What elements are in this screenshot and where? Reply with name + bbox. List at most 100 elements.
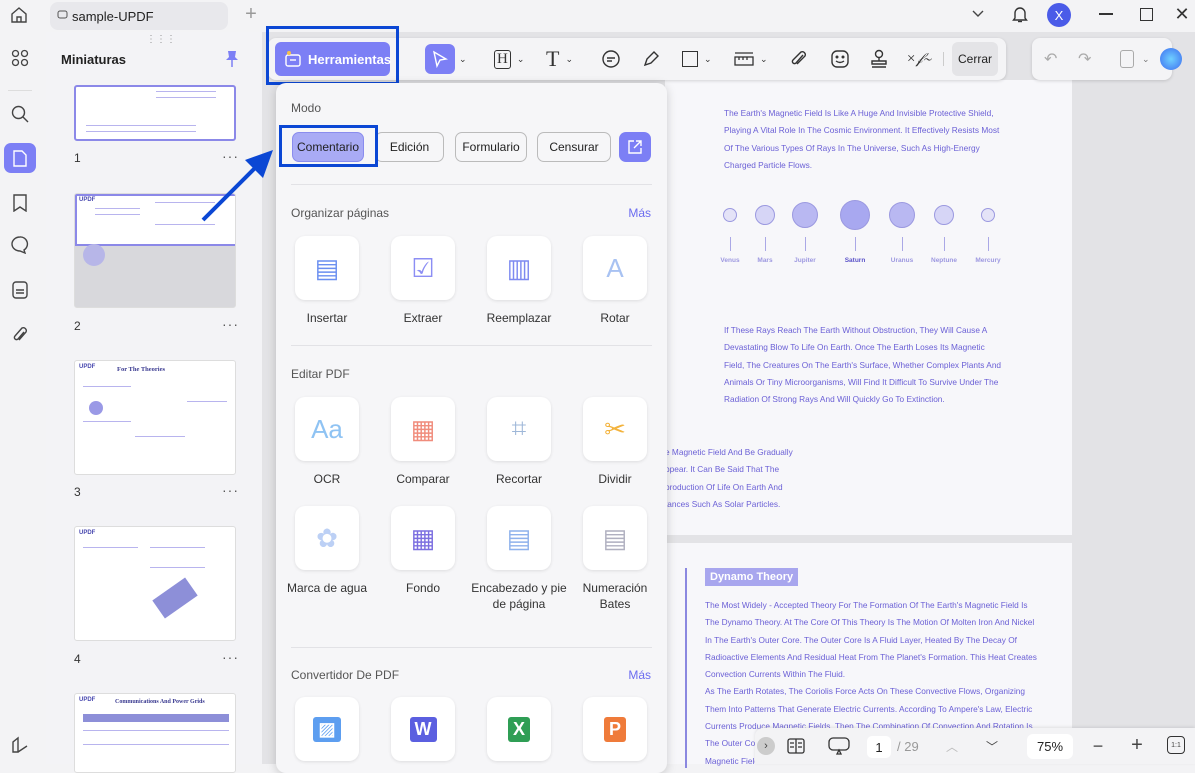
tool-rotar[interactable]: A Rotar — [567, 236, 663, 326]
section-title: Organizar páginas — [291, 206, 390, 220]
tool-dividir[interactable]: ✂ Dividir — [567, 397, 663, 487]
comments-icon[interactable] — [8, 233, 32, 257]
page-number: 1 — [74, 151, 81, 165]
chevron-down-icon[interactable] — [970, 6, 986, 22]
word-icon: W — [391, 697, 455, 761]
maximize-icon[interactable] — [1138, 6, 1154, 22]
avatar[interactable]: X — [1047, 3, 1071, 27]
actual-size-icon[interactable]: 1:1 — [1167, 736, 1185, 754]
planet-saturn — [840, 200, 870, 230]
recortar-icon: ⌗ — [487, 397, 551, 461]
tool-comparar[interactable]: ▦ Comparar — [375, 397, 471, 487]
convert-to-powerpoint-button[interactable]: P — [567, 697, 663, 761]
tool-reemplazar[interactable]: ▥ Reemplazar — [471, 236, 567, 326]
signature-icon[interactable]: ×𝒻∼ — [906, 38, 931, 80]
page-more-button[interactable]: ··· — [222, 482, 239, 498]
tools-button[interactable]: Herramientas — [275, 42, 391, 76]
mode-redact-button[interactable]: Censurar — [537, 132, 611, 162]
save-icon[interactable]: ⌄ — [1120, 38, 1150, 80]
rectangle-icon[interactable]: ⌄ — [682, 38, 712, 80]
thumbnail-page-3[interactable]: UPDF For The Theories — [74, 360, 236, 475]
open-external-icon[interactable] — [619, 132, 651, 162]
thumbnail-page-4[interactable]: UPDF — [74, 526, 236, 641]
minimize-icon[interactable] — [1098, 6, 1114, 22]
next-page-icon[interactable]: ﹀ — [983, 737, 1001, 755]
tool-numeración-bates[interactable]: ▤ Numeración Bates — [567, 506, 663, 612]
search-icon[interactable] — [8, 102, 32, 126]
text-comment-icon[interactable] — [601, 38, 621, 80]
layers-icon[interactable] — [8, 733, 32, 757]
select-cursor-icon[interactable] — [425, 44, 455, 74]
tool-ocr[interactable]: Aa OCR — [279, 397, 375, 487]
tool-recortar[interactable]: ⌗ Recortar — [471, 397, 567, 487]
bookmark-icon[interactable] — [8, 191, 32, 215]
thumbnail-page-1[interactable] — [74, 85, 236, 141]
document-text-line: Radiation Of Strong Rays And Will Quickl… — [724, 394, 945, 405]
page-more-button[interactable]: ··· — [222, 649, 239, 665]
zoom-out-icon[interactable]: − — [1089, 736, 1107, 756]
page-layout-icon[interactable] — [785, 736, 807, 756]
tool-marca-de-agua[interactable]: ✿ Marca de agua — [279, 506, 375, 596]
thumbnail-heading: Communications And Power Grids — [115, 699, 205, 705]
mode-label: Modo — [291, 101, 322, 115]
tool-extraer[interactable]: ☑ Extraer — [375, 236, 471, 326]
stamp-icon[interactable] — [870, 38, 888, 80]
tool-label: Marca de agua — [286, 581, 368, 595]
section-title: Editar PDF — [291, 367, 350, 381]
chevron-right-icon[interactable]: › — [757, 737, 775, 755]
document-text-line: As The Earth Rotates, The Coriolis Force… — [705, 686, 1026, 697]
document-text-line: The Dynamo Theory. At The Core Of This T… — [705, 617, 1035, 628]
form-fields-icon[interactable] — [8, 278, 32, 302]
document-tab[interactable]: sample-UPDF — [50, 2, 228, 30]
thumbnails-page-icon[interactable] — [4, 143, 36, 173]
chevron-down-icon[interactable]: ⌄ — [459, 54, 467, 65]
planet-label: Jupiter — [794, 257, 816, 264]
highlight-icon[interactable]: H ⌄ — [494, 38, 524, 80]
zoom-level[interactable]: 75% — [1027, 734, 1073, 759]
previous-page-icon[interactable]: ︿ — [943, 737, 961, 755]
tool-label: Extraer — [403, 311, 443, 325]
measure-icon[interactable]: ⌄ — [734, 38, 768, 80]
apps-grid-icon[interactable] — [8, 46, 32, 70]
pin-icon[interactable] — [224, 49, 240, 69]
convert-to-word-button[interactable]: W — [375, 697, 471, 761]
pencil-icon[interactable] — [642, 38, 660, 80]
mode-form-button[interactable]: Formulario — [455, 132, 527, 162]
more-link[interactable]: Más — [628, 206, 651, 220]
image-icon: ▨ — [295, 697, 359, 761]
planet-venus — [723, 208, 737, 222]
tool-insertar[interactable]: ▤ Insertar — [279, 236, 375, 326]
close-toolbar-button[interactable]: Cerrar — [952, 42, 998, 76]
drag-handle[interactable]: ⋮⋮⋮ — [146, 34, 176, 45]
convert-to-image-button[interactable]: ▨ — [279, 697, 375, 761]
comment-icon — [56, 9, 68, 21]
presentation-icon[interactable] — [827, 736, 851, 756]
close-icon[interactable]: ✕ — [1173, 4, 1191, 24]
tool-label: Dividir — [598, 472, 632, 486]
page-number-input[interactable]: 1 — [867, 736, 891, 758]
thumbnail-page-5[interactable]: UPDF Communications And Power Grids — [74, 693, 236, 773]
ai-assistant-icon[interactable] — [1160, 38, 1182, 80]
tab-title: sample-UPDF — [72, 8, 154, 24]
convert-to-excel-button[interactable]: X — [471, 697, 567, 761]
tool-encabezado-y-pie-de-página[interactable]: ▤ Encabezado y pie de página — [471, 506, 567, 612]
annotation-arrow — [201, 150, 273, 222]
powerpoint-icon: P — [583, 697, 647, 761]
bell-icon[interactable] — [1010, 4, 1030, 24]
sticker-icon[interactable] — [830, 38, 850, 80]
redo-icon[interactable]: ↷ — [1078, 38, 1091, 80]
more-link[interactable]: Más — [628, 668, 651, 682]
home-icon[interactable] — [8, 4, 30, 26]
tool-label: Comparar — [396, 472, 450, 486]
page-more-button[interactable]: ··· — [222, 316, 239, 332]
new-tab-plus-icon[interactable]: + — [241, 3, 261, 25]
mode-edit-button[interactable]: Edición — [375, 132, 444, 162]
attachment-icon[interactable] — [790, 38, 808, 80]
zoom-in-icon[interactable]: + — [1128, 734, 1146, 756]
text-icon[interactable]: T ⌄ — [546, 38, 573, 80]
document-text-line: e Magnetic Field And Be Gradually — [665, 447, 793, 457]
tool-fondo[interactable]: ▦ Fondo — [375, 506, 471, 596]
undo-icon[interactable]: ↶ — [1044, 38, 1057, 80]
attachment-icon[interactable] — [8, 323, 32, 347]
page-total: / 29 — [897, 739, 919, 754]
